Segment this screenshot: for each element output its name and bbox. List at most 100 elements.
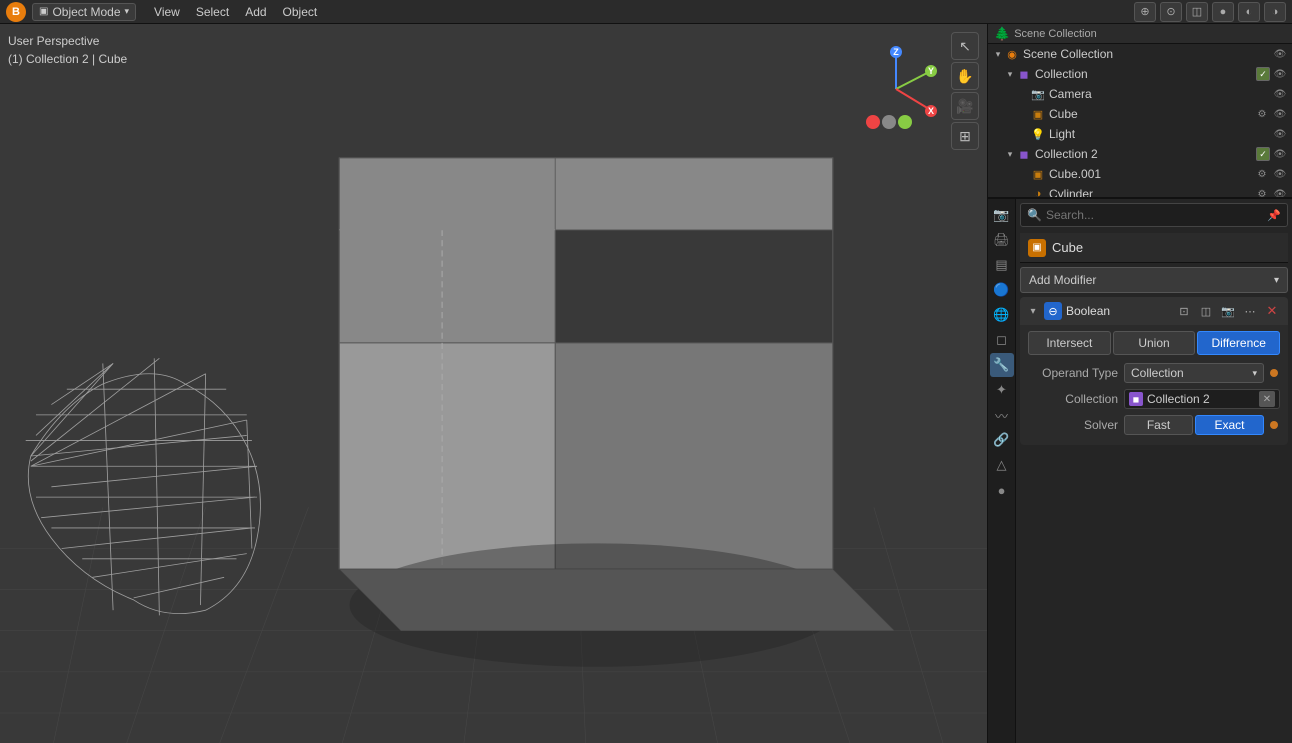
cylinder-visibility[interactable]: 👁 — [1272, 186, 1288, 199]
properties-search-input[interactable] — [1046, 208, 1263, 222]
overlay-toggle[interactable]: ⊙ — [1160, 2, 1182, 22]
scene-right-icons: 👁 — [1272, 46, 1288, 62]
output-properties-icon[interactable]: 🖨 — [990, 228, 1014, 252]
collection-visibility[interactable]: 👁 — [1272, 66, 1288, 82]
light-visibility[interactable]: 👁 — [1272, 126, 1288, 142]
viewport-shading-render[interactable]: ◑ — [1264, 2, 1286, 22]
properties-sidebar: 📷 🖨 ▤ 🔵 🌐 ◻ 🔧 ✦ 〰 🔗 △ ● — [988, 199, 1016, 743]
collection-label: Collection — [1035, 67, 1256, 81]
tree-expand-collection[interactable]: ▾ — [1004, 68, 1016, 80]
outliner-item-collection[interactable]: ▾ ◼ Collection ✓ 👁 — [988, 64, 1292, 84]
render-properties-icon[interactable]: 📷 — [990, 203, 1014, 227]
scene-collection-label: Scene Collection — [1023, 47, 1272, 61]
menu-select[interactable]: Select — [188, 3, 237, 21]
collection-row: Collection ◼ Collection 2 ✕ — [1028, 387, 1280, 411]
object-properties-icon[interactable]: ◻ — [990, 328, 1014, 352]
modifier-delete-button[interactable]: ✕ — [1262, 301, 1282, 321]
difference-button[interactable]: Difference — [1197, 331, 1280, 355]
modifier-expand[interactable]: ▾ — [1026, 304, 1040, 318]
solver-exact-button[interactable]: Exact — [1195, 415, 1264, 435]
solver-fast-button[interactable]: Fast — [1124, 415, 1193, 435]
viewport[interactable]: User Perspective (1) Collection 2 | Cube… — [0, 24, 987, 743]
viewport-right-toolbar: ↖ ✋ 🎥 ⊞ — [951, 32, 979, 150]
collection-checkbox[interactable]: ✓ — [1256, 67, 1270, 81]
outliner-item-scene-collection[interactable]: ▾ ◉ Scene Collection 👁 — [988, 44, 1292, 64]
properties-panel: 📷 🖨 ▤ 🔵 🌐 ◻ 🔧 ✦ 〰 🔗 △ ● 🔍 📌 — [988, 199, 1292, 743]
collection2-visibility[interactable]: 👁 — [1272, 146, 1288, 162]
cube001-filter[interactable]: ⚙ — [1254, 166, 1270, 182]
camera-right-icons: 👁 — [1272, 86, 1288, 102]
grid-view-btn[interactable]: ⊞ — [951, 122, 979, 150]
outliner-item-cube001[interactable]: ▸ ▣ Cube.001 ⚙ 👁 — [988, 164, 1292, 184]
cylinder-filter[interactable]: ⚙ — [1254, 186, 1270, 199]
operand-type-dropdown[interactable]: Collection ▾ — [1124, 363, 1264, 383]
menu-bar: View Select Add Object — [146, 3, 325, 21]
cube-visibility[interactable]: 👁 — [1272, 106, 1288, 122]
cube001-visibility[interactable]: 👁 — [1272, 166, 1288, 182]
view-layer-icon[interactable]: ▤ — [990, 253, 1014, 277]
viewport-shading-solid[interactable]: ● — [1212, 2, 1234, 22]
modifier-realtime-icon[interactable]: ⊡ — [1174, 301, 1194, 321]
collection-value-field[interactable]: ◼ Collection 2 ✕ — [1124, 389, 1280, 409]
constraints-icon[interactable]: 🔗 — [990, 428, 1014, 452]
select-tool-btn[interactable]: ↖ — [951, 32, 979, 60]
pin-icon[interactable]: 📌 — [1267, 209, 1281, 222]
collection-field-icon: ◼ — [1129, 392, 1143, 406]
collection-right-icons: ✓ 👁 — [1256, 66, 1288, 82]
modifier-render-icon[interactable]: ◫ — [1196, 301, 1216, 321]
move-tool-btn[interactable]: ✋ — [951, 62, 979, 90]
collection-icon: ◼ — [1016, 66, 1032, 82]
topbar-right: ⊕ ⊙ ◫ ● ◐ ◑ — [1134, 2, 1286, 22]
outliner-item-collection2[interactable]: ▾ ◼ Collection 2 ✓ 👁 — [988, 144, 1292, 164]
modifier-camera-icon[interactable]: 📷 — [1218, 301, 1238, 321]
modifier-right-icons: ⊡ ◫ 📷 ⋯ ✕ — [1174, 301, 1282, 321]
operand-dropdown-chevron: ▾ — [1252, 368, 1257, 379]
outliner-item-camera[interactable]: ▸ 📷 Camera 👁 — [988, 84, 1292, 104]
object-type-icon: ▣ — [1028, 239, 1046, 257]
cube-label: Cube — [1049, 107, 1254, 121]
outliner-item-cylinder[interactable]: ▸ ◑ Cylinder ⚙ 👁 — [988, 184, 1292, 199]
collection-field-value: Collection 2 — [1147, 392, 1210, 406]
cube001-icon: ▣ — [1030, 166, 1046, 182]
camera-visibility[interactable]: 👁 — [1272, 86, 1288, 102]
outliner-header: 🌲 Scene Collection — [988, 24, 1292, 44]
add-modifier-button[interactable]: Add Modifier ▾ — [1020, 267, 1288, 293]
outliner-item-cube[interactable]: ▸ ▣ Cube ⚙ 👁 — [988, 104, 1292, 124]
world-properties-icon[interactable]: 🌐 — [990, 303, 1014, 327]
collection2-icon: ◼ — [1016, 146, 1032, 162]
tree-expand-scene[interactable]: ▾ — [992, 48, 1004, 60]
modifier-properties-icon[interactable]: 🔧 — [990, 353, 1014, 377]
viewport-shading-mat[interactable]: ◐ — [1238, 2, 1260, 22]
particles-icon[interactable]: ✦ — [990, 378, 1014, 402]
xray-toggle[interactable]: ◫ — [1186, 2, 1208, 22]
camera-orbit-btn[interactable]: 🎥 — [951, 92, 979, 120]
cube-filter[interactable]: ⚙ — [1254, 106, 1270, 122]
material-properties-icon[interactable]: ● — [990, 478, 1014, 502]
menu-add[interactable]: Add — [237, 3, 274, 21]
outliner-item-light[interactable]: ▸ 💡 Light 👁 — [988, 124, 1292, 144]
union-button[interactable]: Union — [1113, 331, 1196, 355]
menu-view[interactable]: View — [146, 3, 188, 21]
modifier-name-label: Boolean — [1066, 304, 1170, 318]
operand-type-value: Collection — [1131, 366, 1184, 380]
collection2-checkbox[interactable]: ✓ — [1256, 147, 1270, 161]
menu-object[interactable]: Object — [275, 3, 326, 21]
visibility-icon[interactable]: 👁 — [1272, 46, 1288, 62]
gizmo-toggle[interactable]: ⊕ — [1134, 2, 1156, 22]
tree-expand-collection2[interactable]: ▾ — [1004, 148, 1016, 160]
collection-clear-button[interactable]: ✕ — [1259, 391, 1275, 407]
cube001-label: Cube.001 — [1049, 167, 1254, 181]
modifier-header: ▾ ⊖ Boolean ⊡ ◫ 📷 ⋯ ✕ — [1020, 297, 1288, 325]
scene-properties-icon[interactable]: 🔵 — [990, 278, 1014, 302]
main-content: User Perspective (1) Collection 2 | Cube… — [0, 24, 1292, 743]
physics-icon[interactable]: 〰 — [990, 403, 1014, 427]
cylinder-right-icons: ⚙ 👁 — [1254, 186, 1288, 199]
data-properties-icon[interactable]: △ — [990, 453, 1014, 477]
light-label: Light — [1049, 127, 1272, 141]
intersect-button[interactable]: Intersect — [1028, 331, 1111, 355]
scene-canvas — [0, 24, 987, 743]
cube-icon: ▣ — [1030, 106, 1046, 122]
mode-selector[interactable]: ▣ Object Mode ▾ — [32, 3, 136, 21]
modifier-menu-icon[interactable]: ⋯ — [1240, 301, 1260, 321]
cube-right-icons: ⚙ 👁 — [1254, 106, 1288, 122]
